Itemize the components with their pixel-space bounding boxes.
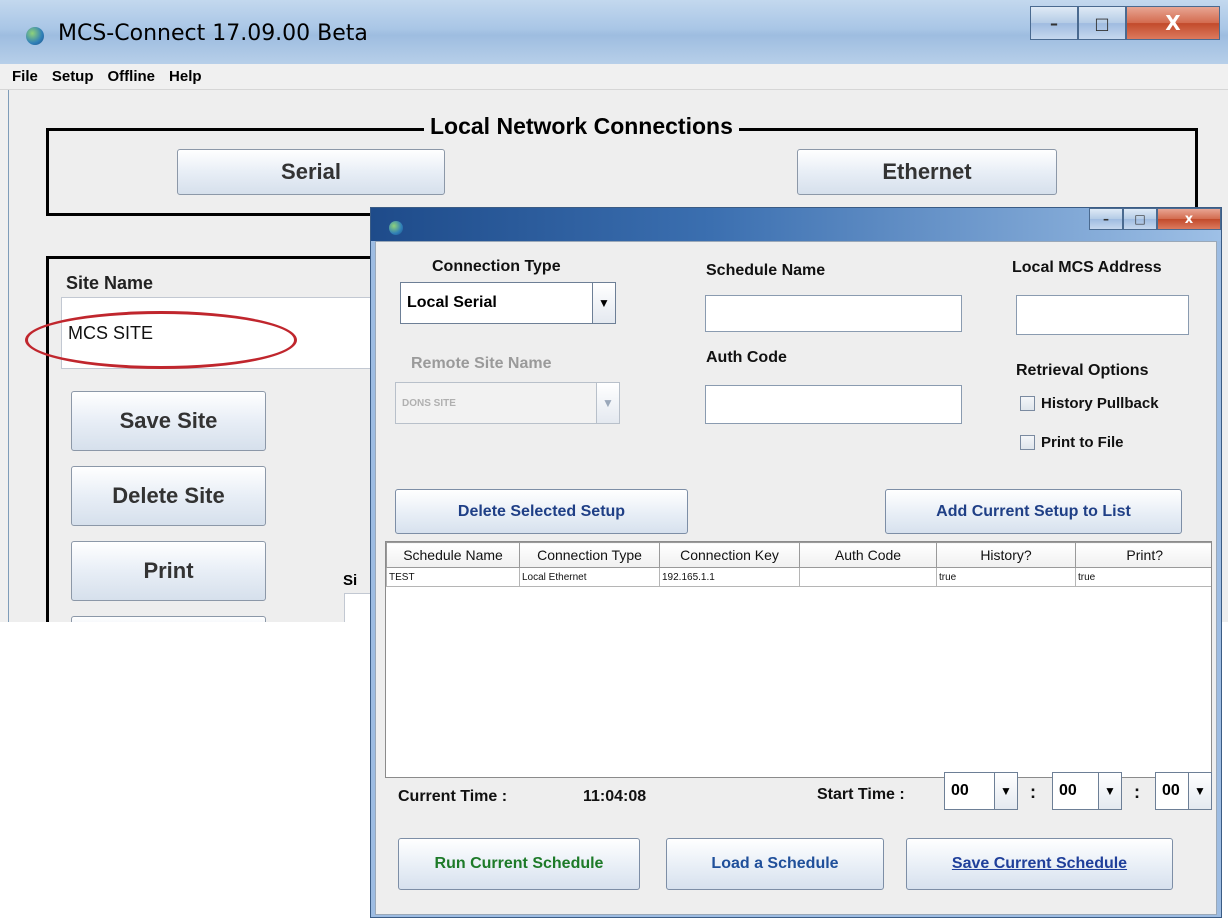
chevron-down-icon: ▼ xyxy=(1098,773,1121,809)
menu-file[interactable]: File xyxy=(12,64,38,89)
print-button[interactable]: Print xyxy=(71,541,266,601)
column-header[interactable]: Connection Type xyxy=(519,542,660,568)
start-time-label: Start Time : xyxy=(817,786,905,803)
print-to-file-label: Print to File xyxy=(1041,434,1124,451)
save-current-schedule-button[interactable]: Save Current Schedule xyxy=(906,838,1173,890)
start-minute-select[interactable]: 00 ▼ xyxy=(1052,772,1122,810)
partial-label: Si xyxy=(343,572,358,589)
dialog-globe-icon xyxy=(389,221,403,235)
load-schedule-button[interactable]: Load a Schedule xyxy=(666,838,884,890)
column-header[interactable]: Connection Key xyxy=(659,542,800,568)
highlight-ellipse xyxy=(25,311,297,369)
dialog-minimize-button[interactable]: – xyxy=(1089,208,1123,230)
delete-site-button[interactable]: Delete Site xyxy=(71,466,266,526)
schedule-name-label: Schedule Name xyxy=(706,262,826,279)
run-current-schedule-button[interactable]: Run Current Schedule xyxy=(398,838,640,890)
delete-selected-setup-button[interactable]: Delete Selected Setup xyxy=(395,489,688,534)
remote-site-name-value: DONS SITE xyxy=(402,397,456,409)
dialog-close-button[interactable]: x xyxy=(1157,208,1221,230)
table-row[interactable]: TEST Local Ethernet 192.165.1.1 true tru… xyxy=(386,567,1211,587)
current-time-label: Current Time : xyxy=(398,788,508,805)
chevron-down-icon: ▼ xyxy=(994,773,1017,809)
table-cell: TEST xyxy=(386,567,520,587)
retrieval-options-label: Retrieval Options xyxy=(1016,362,1149,379)
local-mcs-address-label: Local MCS Address xyxy=(1012,259,1162,276)
column-header[interactable]: Print? xyxy=(1075,542,1211,568)
app-globe-icon xyxy=(26,27,44,45)
current-time-value: 11:04:08 xyxy=(583,788,647,805)
main-window-title: MCS-Connect 17.09.00 Beta xyxy=(58,21,368,46)
time-separator: : xyxy=(1030,782,1036,802)
table-cell: true xyxy=(936,567,1076,587)
remote-site-name-label: Remote Site Name xyxy=(411,355,552,372)
table-cell: Local Ethernet xyxy=(519,567,660,587)
auth-code-label: Auth Code xyxy=(706,349,787,366)
local-mcs-address-input[interactable] xyxy=(1016,295,1189,335)
connection-type-value: Local Serial xyxy=(407,294,497,311)
time-separator: : xyxy=(1134,782,1140,802)
chevron-down-icon: ▼ xyxy=(592,283,615,323)
network-connections-title: Local Network Connections xyxy=(424,113,739,140)
menu-help[interactable]: Help xyxy=(169,64,202,89)
column-header[interactable]: History? xyxy=(936,542,1076,568)
ethernet-button[interactable]: Ethernet xyxy=(797,149,1057,195)
table-cell xyxy=(799,567,937,587)
start-hour-select[interactable]: 00 ▼ xyxy=(944,772,1018,810)
dialog-window-controls: – □ x xyxy=(1089,208,1221,230)
main-window-controls: – □ X xyxy=(1030,6,1220,40)
maximize-button[interactable]: □ xyxy=(1078,6,1126,40)
table-header-row: Schedule Name Connection Type Connection… xyxy=(386,542,1211,568)
schedule-table: Schedule Name Connection Type Connection… xyxy=(385,541,1212,778)
history-pullback-label: History Pullback xyxy=(1041,395,1159,412)
dialog-title-bar[interactable]: – □ x xyxy=(371,208,1221,241)
start-second-select[interactable]: 00 ▼ xyxy=(1155,772,1212,810)
chevron-down-icon: ▼ xyxy=(596,383,619,423)
print-to-file-checkbox[interactable]: Print to File xyxy=(1020,434,1124,451)
connection-type-select[interactable]: Local Serial ▼ xyxy=(400,282,616,324)
dialog-maximize-button[interactable]: □ xyxy=(1123,208,1157,230)
auth-code-input[interactable] xyxy=(705,385,962,424)
save-site-button[interactable]: Save Site xyxy=(71,391,266,451)
column-header[interactable]: Auth Code xyxy=(799,542,937,568)
site-name-label: Site Name xyxy=(66,273,154,293)
minimize-button[interactable]: – xyxy=(1030,6,1078,40)
history-pullback-checkbox[interactable]: History Pullback xyxy=(1020,395,1159,412)
start-hour-value: 00 xyxy=(951,782,969,799)
menu-setup[interactable]: Setup xyxy=(52,64,94,89)
serial-button[interactable]: Serial xyxy=(177,149,445,195)
checkbox-icon xyxy=(1020,435,1035,450)
column-header[interactable]: Schedule Name xyxy=(386,542,520,568)
chevron-down-icon: ▼ xyxy=(1188,773,1211,809)
menu-offline[interactable]: Offline xyxy=(108,64,156,89)
partial-button[interactable] xyxy=(71,616,266,622)
menu-bar: File Setup Offline Help xyxy=(0,64,1228,90)
main-title-bar[interactable]: MCS-Connect 17.09.00 Beta – □ X xyxy=(0,0,1228,64)
add-current-setup-button[interactable]: Add Current Setup to List xyxy=(885,489,1182,534)
start-second-value: 00 xyxy=(1162,782,1180,799)
checkbox-icon xyxy=(1020,396,1035,411)
remote-site-name-select[interactable]: DONS SITE ▼ xyxy=(395,382,620,424)
start-minute-value: 00 xyxy=(1059,782,1077,799)
close-button[interactable]: X xyxy=(1126,6,1220,40)
connection-type-label: Connection Type xyxy=(432,258,561,275)
schedule-name-input[interactable] xyxy=(705,295,962,332)
table-cell: 192.165.1.1 xyxy=(659,567,800,587)
table-cell: true xyxy=(1075,567,1211,587)
